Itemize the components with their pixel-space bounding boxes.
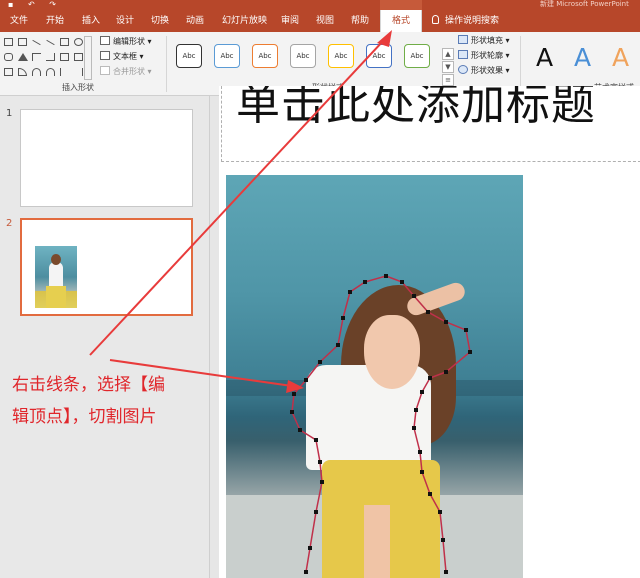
shape-outline-button[interactable]: 形状轮廓 ▾ bbox=[458, 49, 510, 63]
bracket-shape-icon[interactable] bbox=[74, 68, 83, 76]
tab-file[interactable]: 文件 bbox=[10, 10, 28, 32]
thumbnail-photo bbox=[35, 246, 77, 308]
tab-home[interactable]: 开始 bbox=[46, 10, 64, 32]
thumbnail-figure-head bbox=[51, 254, 61, 265]
title-placeholder-text: 单击此处添加标题 bbox=[236, 86, 596, 130]
shape-fill-button[interactable]: 形状填充 ▾ bbox=[458, 34, 510, 48]
ribbon-separator bbox=[520, 36, 521, 92]
insert-shapes-group-label: 插入形状 bbox=[62, 83, 94, 92]
tell-me-search[interactable]: 操作说明搜索 bbox=[432, 10, 499, 32]
pen-outline-icon bbox=[458, 50, 468, 59]
shape-style-option[interactable]: Abc bbox=[214, 44, 240, 68]
photo-face bbox=[364, 315, 420, 389]
rectangle-shape-icon[interactable] bbox=[60, 38, 69, 46]
wordart-style-black[interactable]: A bbox=[536, 42, 553, 74]
tab-review[interactable]: 审阅 bbox=[281, 10, 299, 32]
tab-help[interactable]: 帮助 bbox=[351, 10, 369, 32]
slide-thumbnail-panel: 1 2 bbox=[0, 96, 210, 578]
tell-me-label: 操作说明搜索 bbox=[445, 16, 500, 26]
shape-style-option[interactable]: Abc bbox=[404, 44, 430, 68]
curve-shape-icon[interactable] bbox=[18, 68, 27, 76]
slide-thumbnail-2[interactable] bbox=[20, 218, 193, 316]
arc-shape-icon[interactable] bbox=[32, 68, 41, 76]
merge-shapes-label: 合并形状 bbox=[113, 67, 145, 76]
shape-outline-label: 形状轮廓 bbox=[471, 51, 503, 60]
elbow-arrow-icon[interactable] bbox=[46, 53, 55, 61]
textbox-shape-icon[interactable] bbox=[4, 38, 13, 46]
elbow-connector-icon[interactable] bbox=[32, 53, 41, 61]
right-arrow-shape-icon[interactable] bbox=[60, 53, 69, 61]
lightbulb-icon bbox=[432, 15, 439, 24]
thumbnail-figure-skirt bbox=[46, 286, 66, 308]
shapes-more-icon[interactable] bbox=[84, 36, 92, 80]
shape-style-option[interactable]: Abc bbox=[366, 44, 392, 68]
line-shape-icon[interactable] bbox=[32, 39, 41, 46]
slide-number: 2 bbox=[6, 218, 13, 229]
title-placeholder[interactable]: 单击此处添加标题 bbox=[221, 86, 640, 162]
freeform-shape-icon[interactable] bbox=[46, 68, 55, 76]
arrow-line-shape-icon[interactable] bbox=[46, 39, 55, 46]
triangle-shape-icon[interactable] bbox=[18, 53, 28, 61]
text-box-icon bbox=[100, 51, 110, 60]
slide-number: 1 bbox=[6, 108, 13, 119]
shape-style-option[interactable]: Abc bbox=[328, 44, 354, 68]
edit-shape-label: 编辑形状 bbox=[113, 37, 145, 46]
tab-view[interactable]: 视图 bbox=[316, 10, 334, 32]
text-box-label: 文本框 bbox=[113, 52, 137, 61]
shape-effects-label: 形状效果 bbox=[471, 66, 503, 75]
brace-shape-icon[interactable] bbox=[60, 68, 69, 76]
quick-access-toolbar[interactable]: ▪ ↶ ↷ bbox=[8, 0, 62, 9]
shape-style-option[interactable]: Abc bbox=[176, 44, 202, 68]
edit-shape-button[interactable]: 编辑形状 ▾ bbox=[100, 35, 152, 49]
pentagon-shape-icon[interactable] bbox=[4, 68, 13, 76]
wordart-style-blue[interactable]: A bbox=[574, 42, 591, 74]
context-tab-group bbox=[380, 0, 422, 10]
title-bar: ▪ ↶ ↷ 新建 Microsoft PowerPoint bbox=[0, 0, 640, 10]
window-title: 新建 Microsoft PowerPoint bbox=[540, 0, 629, 8]
tab-animations[interactable]: 动画 bbox=[186, 10, 204, 32]
gallery-up-icon[interactable]: ▲ bbox=[442, 48, 454, 60]
tab-insert[interactable]: 插入 bbox=[82, 10, 100, 32]
gallery-down-icon[interactable]: ▼ bbox=[442, 61, 454, 73]
shape-style-option[interactable]: Abc bbox=[252, 44, 278, 68]
instruction-text-line-2: 辑顶点】，切割图片 bbox=[12, 407, 157, 427]
oval-shape-icon[interactable] bbox=[74, 38, 83, 46]
wordart-style-orange[interactable]: A bbox=[612, 42, 629, 74]
tab-transitions[interactable]: 切换 bbox=[151, 10, 169, 32]
merge-shapes-button[interactable]: 合并形状 ▾ bbox=[100, 65, 152, 79]
tab-slideshow[interactable]: 幻灯片放映 bbox=[222, 10, 267, 32]
text-box-button[interactable]: 文本框 ▾ bbox=[100, 50, 144, 64]
down-arrow-shape-icon[interactable] bbox=[74, 53, 83, 61]
slide-photo[interactable] bbox=[226, 175, 523, 578]
ribbon-separator bbox=[166, 36, 167, 92]
merge-shapes-icon bbox=[100, 66, 110, 75]
instruction-text-line-1: 右击线条，选择【编 bbox=[12, 375, 165, 395]
shapes-gallery[interactable] bbox=[4, 36, 92, 80]
ribbon-tab-bar: 文件 开始 插入 设计 切换 动画 幻灯片放映 审阅 视图 帮助 格式 操作说明… bbox=[0, 10, 640, 32]
tab-design[interactable]: 设计 bbox=[116, 10, 134, 32]
shape-style-option[interactable]: Abc bbox=[290, 44, 316, 68]
image-shape-icon[interactable] bbox=[18, 38, 27, 46]
paint-bucket-icon bbox=[458, 35, 468, 44]
shape-fill-label: 形状填充 bbox=[471, 36, 503, 45]
tab-format[interactable]: 格式 bbox=[380, 10, 422, 32]
rounded-rectangle-shape-icon[interactable] bbox=[4, 53, 13, 61]
shape-effects-icon bbox=[458, 65, 468, 74]
photo-shirt bbox=[306, 365, 431, 470]
edit-shape-icon bbox=[100, 36, 110, 45]
gallery-more-icon[interactable]: ≡ bbox=[442, 74, 454, 86]
shape-effects-button[interactable]: 形状效果 ▾ bbox=[458, 64, 510, 78]
slide-thumbnail-1[interactable] bbox=[20, 109, 193, 207]
photo-leg bbox=[364, 505, 390, 578]
